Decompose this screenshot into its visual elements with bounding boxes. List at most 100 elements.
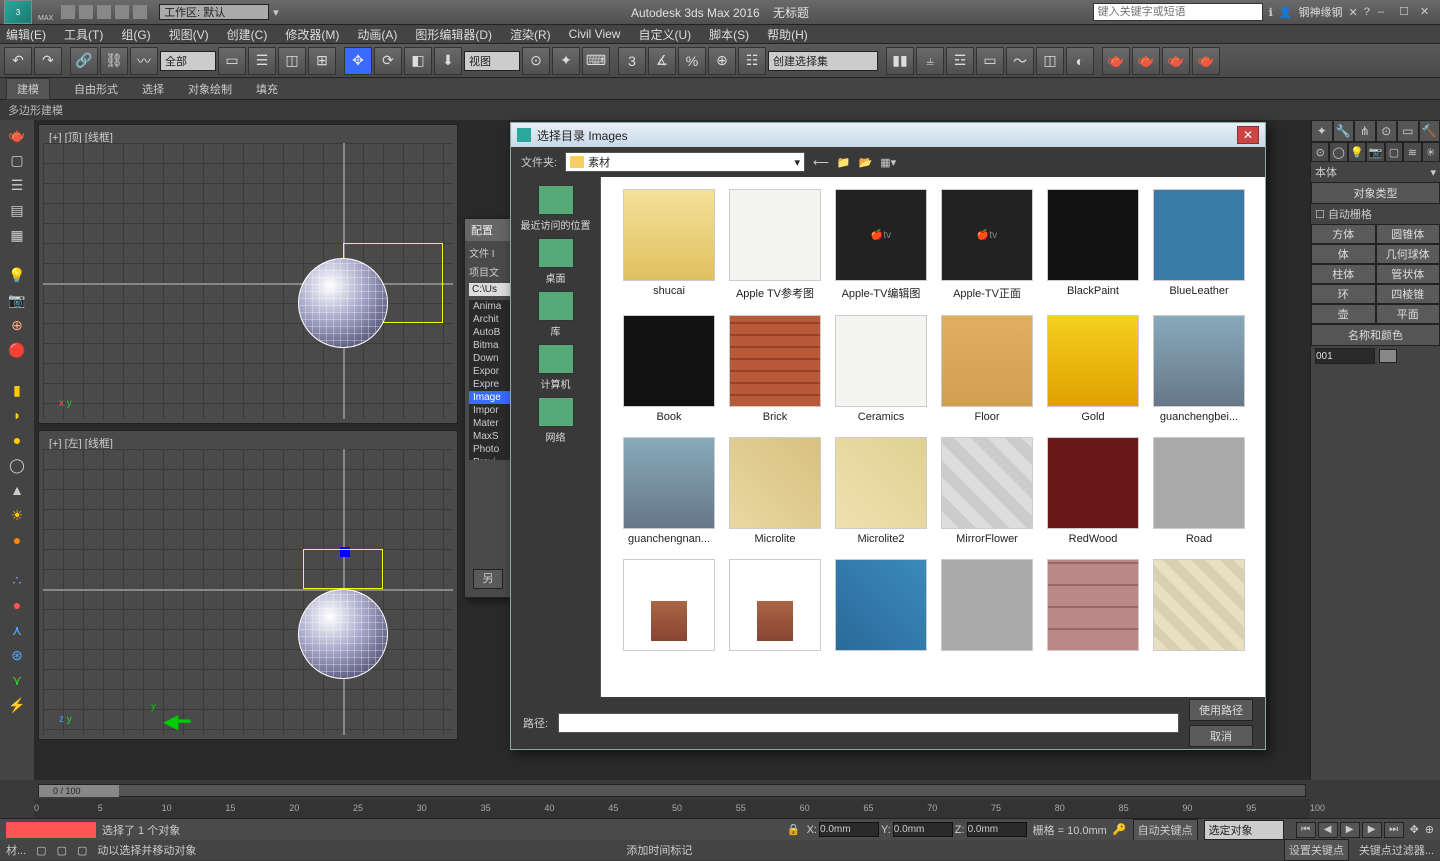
angle-snap-button[interactable]: ∡ <box>648 47 676 75</box>
key-target-combo[interactable]: 选定对象 <box>1204 820 1284 840</box>
redo-icon[interactable] <box>133 5 147 19</box>
file-item[interactable]: guanchengbei... <box>1149 315 1249 423</box>
select-name-button[interactable]: ☰ <box>248 47 276 75</box>
place-桌面[interactable]: 桌面 <box>516 238 596 285</box>
tab-modify[interactable]: 🔧 <box>1333 120 1355 142</box>
up-icon[interactable]: 📁 <box>837 156 851 169</box>
align-button[interactable]: ⫨ <box>916 47 944 75</box>
goto-start-button[interactable]: ⏮ <box>1296 822 1316 838</box>
chevron-down-icon[interactable]: ▾ <box>273 6 279 19</box>
file-item[interactable]: Ceramics <box>831 315 931 423</box>
setkey-button[interactable]: 设置关键点 <box>1284 839 1349 861</box>
place-网络[interactable]: 网络 <box>516 397 596 444</box>
project-btn[interactable]: 另 <box>473 569 503 589</box>
ribbon-tab-3[interactable]: 对象绘制 <box>188 81 232 97</box>
file-item[interactable]: Floor <box>937 315 1037 423</box>
menu-自定义(U)[interactable]: 自定义(U) <box>638 26 691 43</box>
file-item[interactable] <box>831 559 931 655</box>
close-button[interactable]: ✕ <box>1420 5 1434 19</box>
menu-编辑(E)[interactable]: 编辑(E) <box>6 26 46 43</box>
coord-z-input[interactable] <box>967 822 1027 837</box>
ribbon-tab-1[interactable]: 自由形式 <box>74 81 118 97</box>
window-crossing-button[interactable]: ⊞ <box>308 47 336 75</box>
keyboard-button[interactable]: ⌨ <box>582 47 610 75</box>
path-input[interactable] <box>558 713 1179 733</box>
move-button[interactable]: ✥ <box>344 47 372 75</box>
particles-icon[interactable]: ∴ <box>4 569 30 591</box>
redo-button[interactable]: ↷ <box>34 47 62 75</box>
infocenter-icon[interactable]: ℹ <box>1269 6 1273 19</box>
file-item[interactable]: guanchengnan... <box>619 437 719 545</box>
panel-icon[interactable]: ▤ <box>4 199 30 221</box>
camera-icon[interactable]: 📷 <box>4 289 30 311</box>
quick-access-toolbar[interactable] <box>61 5 147 19</box>
light-icon[interactable]: 💡 <box>4 264 30 286</box>
cancel-button[interactable]: 取消 <box>1189 725 1253 747</box>
select-button[interactable]: ▭ <box>218 47 246 75</box>
coord-y-input[interactable] <box>893 822 953 837</box>
ribbon-tab-2[interactable]: 选择 <box>142 81 164 97</box>
tab-create[interactable]: ✦ <box>1311 120 1333 142</box>
rect-select-button[interactable]: ◫ <box>278 47 306 75</box>
named-selection-combo[interactable]: 创建选择集 <box>768 51 878 71</box>
name-color-header[interactable]: 名称和颜色 <box>1311 324 1440 346</box>
selected-sphere[interactable] <box>298 258 388 348</box>
next-frame-button[interactable]: ▶ <box>1362 822 1382 838</box>
space-icon[interactable]: ≋ <box>1403 142 1421 162</box>
add-time-tag[interactable]: 添加时间标记 <box>626 842 692 858</box>
place-库[interactable]: 库 <box>516 291 596 338</box>
tab-motion[interactable]: ⊙ <box>1376 120 1398 142</box>
help-icon[interactable]: ? <box>1364 6 1370 18</box>
exchange-icon[interactable]: ✕ <box>1349 6 1358 19</box>
command-panel-tabs[interactable]: ✦ 🔧 ⋔ ⊙ ▭ 🔨 <box>1311 120 1440 142</box>
create-管状体[interactable]: 管状体 <box>1376 264 1440 284</box>
category-dropdown[interactable]: 本体 ▾ <box>1311 162 1440 182</box>
snap-button[interactable]: 3 <box>618 47 646 75</box>
redball-icon[interactable]: ● <box>4 594 30 616</box>
workspace-combo[interactable]: 工作区: 默认 <box>159 4 269 20</box>
ribbon-tab-4[interactable]: 填充 <box>256 81 278 97</box>
win-icon2[interactable]: ▢ <box>57 844 67 857</box>
object-type-header[interactable]: 对象类型 <box>1311 182 1440 204</box>
shapes-icon[interactable]: ◯ <box>1329 142 1347 162</box>
render-setup-button[interactable]: 🫖 <box>1102 47 1130 75</box>
cone-icon[interactable]: ▲ <box>4 479 30 501</box>
menu-组(G)[interactable]: 组(G) <box>121 26 150 43</box>
file-item[interactable]: Brick <box>725 315 825 423</box>
circle-icon[interactable]: ● <box>4 529 30 551</box>
file-item[interactable]: 🍎tvApple-TV编辑图 <box>831 189 931 301</box>
material-tab[interactable]: 材... <box>6 842 26 858</box>
file-item[interactable]: Apple TV参考图 <box>725 189 825 301</box>
cylinder-icon[interactable]: ▮ <box>4 379 30 401</box>
create-壶[interactable]: 壶 <box>1311 304 1376 324</box>
menu-图形编辑器(D)[interactable]: 图形编辑器(D) <box>415 26 492 43</box>
back-icon[interactable]: ⟵ <box>813 156 829 169</box>
tab-hierarchy[interactable]: ⋔ <box>1354 120 1376 142</box>
time-ruler[interactable]: 0510152025303540455055606570758085909510… <box>34 799 1310 818</box>
file-item[interactable]: Microlite2 <box>831 437 931 545</box>
create-圆锥体[interactable]: 圆锥体 <box>1376 224 1440 244</box>
prev-frame-button[interactable]: ◀ <box>1318 822 1338 838</box>
time-slider-thumb[interactable]: 0 / 100 <box>39 785 119 797</box>
schematic-button[interactable]: ◫ <box>1036 47 1064 75</box>
key-filters-button[interactable]: 关键点过滤器... <box>1359 842 1434 858</box>
file-item[interactable]: MirrorFlower <box>937 437 1037 545</box>
file-item[interactable] <box>1149 559 1249 655</box>
maxscript-mini-listener[interactable] <box>6 822 96 838</box>
viewport-top[interactable]: [+] [顶] [线框] x y <box>38 124 458 424</box>
menu-渲染(R)[interactable]: 渲染(R) <box>510 26 551 43</box>
layers-button[interactable]: ☲ <box>946 47 974 75</box>
win-icon[interactable]: ▢ <box>36 844 46 857</box>
spiral-icon[interactable]: ⊛ <box>4 644 30 666</box>
timeline[interactable]: 0 / 100 05101520253035404550556065707580… <box>34 782 1310 818</box>
time-slider[interactable]: 0 / 100 <box>38 784 1306 797</box>
percent-snap-button[interactable]: % <box>678 47 706 75</box>
menu-工具(T)[interactable]: 工具(T) <box>64 26 103 43</box>
dome-icon[interactable]: ◗ <box>4 404 30 426</box>
viewport-left[interactable]: [+] [左] [线框] ◀━ y z y <box>38 430 458 740</box>
curve-editor-button[interactable]: 〜 <box>1006 47 1034 75</box>
sphere-object[interactable] <box>298 589 388 679</box>
create-体[interactable]: 体 <box>1311 244 1376 264</box>
save-icon[interactable] <box>97 5 111 19</box>
grid-icon[interactable]: ▦ <box>4 224 30 246</box>
